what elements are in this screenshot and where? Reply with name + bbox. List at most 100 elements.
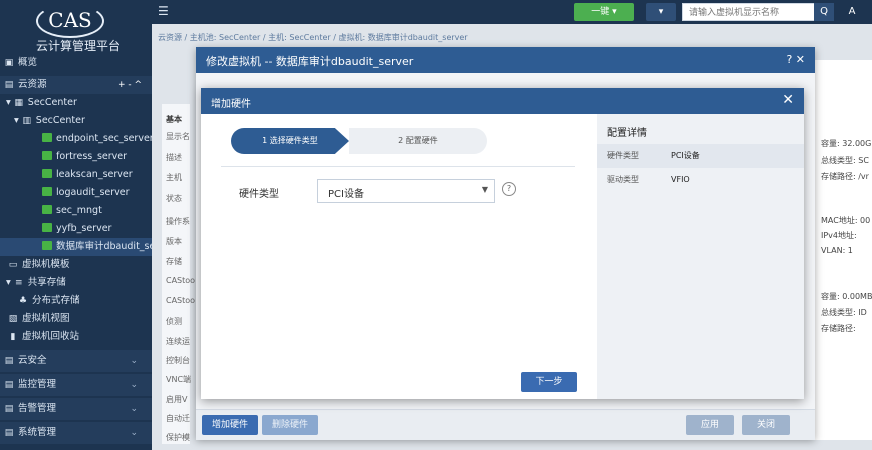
host-icon: ▥	[22, 116, 32, 126]
alarm-icon: ▤	[4, 404, 14, 414]
bg-label: 控制台	[166, 356, 190, 365]
config-details-title: 配置详情	[607, 128, 647, 139]
bg-label: 存储	[166, 257, 182, 266]
bg-value: 存储路径:	[821, 324, 856, 333]
nav-shared-storage[interactable]: ▾ ≡ 共享存储	[0, 274, 152, 292]
bg-label: 连续运	[166, 337, 190, 346]
vm-icon	[42, 169, 52, 178]
sidebar: CAS 云计算管理平台 ▣ 概览 ▤ 云资源 + - ^ ▾ ▦ SecCenter ▾…	[0, 0, 152, 450]
template-icon: ▭	[8, 260, 18, 270]
nav-vm-leakscan[interactable]: leakscan_server	[0, 166, 152, 184]
bg-value: 总线类型: SC	[821, 156, 869, 165]
bg-label: 基本	[166, 115, 182, 124]
add-hardware-dialog-header: 增加硬件 ✕	[201, 88, 804, 114]
nav-system[interactable]: ▤ 系统管理 ⌄	[0, 422, 152, 444]
nav-vm-template[interactable]: ▭ 虚拟机模板	[0, 256, 152, 274]
nav-tree: ▣ 概览 ▤ 云资源 + - ^ ▾ ▦ SecCenter ▾ ▥ SecCenter …	[0, 54, 152, 444]
nav-vm-logaudit[interactable]: logaudit_server	[0, 184, 152, 202]
bg-value: 存储路径: /vr	[821, 172, 869, 181]
nav-vm-view[interactable]: ▧ 虚拟机视图	[0, 310, 152, 328]
chevron-down-icon: ⌄	[130, 428, 138, 438]
search-icon[interactable]: Q	[814, 3, 834, 21]
bg-value: IPv4地址:	[821, 231, 857, 240]
nav-vm-endpoint[interactable]: endpoint_sec_server	[0, 130, 152, 148]
close-icon[interactable]: ✕	[782, 92, 794, 108]
detail-row: 驱动类型 VFIO	[597, 168, 804, 192]
nav-overview[interactable]: ▣ 概览	[0, 54, 152, 72]
detail-key: 硬件类型	[607, 151, 639, 160]
nav-vm-sec-mngt[interactable]: sec_mngt	[0, 202, 152, 220]
nav-datacenter[interactable]: ▾ ▦ SecCenter	[0, 94, 152, 112]
bg-label: 版本	[166, 237, 182, 246]
bg-value: 总线类型: ID	[821, 308, 867, 317]
bg-label: CAStoo	[166, 276, 196, 285]
breadcrumb[interactable]: 云资源 / 主机池: SecCenter / 主机: SecCenter / 虚…	[158, 32, 468, 43]
bg-label: 描述	[166, 153, 182, 162]
bg-value: MAC地址: 00	[821, 216, 871, 225]
bg-value: 容量: 32.00G	[821, 139, 872, 148]
alert-icon[interactable]: A	[842, 3, 862, 21]
view-dropdown[interactable]: ▾	[646, 3, 676, 21]
chevron-down-icon: ⌄	[130, 380, 138, 390]
chevron-down-icon: ⌄	[130, 356, 138, 366]
cas-logo: CAS	[36, 4, 104, 38]
bg-label: 保护模	[166, 433, 190, 442]
bg-label: 状态	[166, 194, 182, 203]
tree-actions[interactable]: + - ^	[118, 76, 142, 94]
detail-row: 硬件类型 PCI设备	[597, 144, 804, 168]
config-details-panel: 配置详情 硬件类型 PCI设备 驱动类型 VFIO	[597, 114, 804, 399]
datacenter-icon: ▦	[14, 98, 24, 108]
vm-icon	[42, 223, 52, 232]
detail-value: PCI设备	[671, 151, 700, 160]
help-icon[interactable]: ?	[502, 182, 516, 196]
nav-vm-yyfb[interactable]: yyfb_server	[0, 220, 152, 238]
edit-vm-dialog-title: 修改虚拟机 -- 数据库审计dbaudit_server	[206, 55, 414, 68]
nav-recycle-bin[interactable]: ▮ 虚拟机回收站	[0, 328, 152, 346]
step-select-type: 1 选择硬件类型	[231, 128, 349, 154]
nav-vm-fortress[interactable]: fortress_server	[0, 148, 152, 166]
hardware-type-value: PCI设备	[328, 189, 364, 200]
menu-icon[interactable]: ☰	[158, 4, 169, 18]
bg-label: 操作系	[166, 217, 190, 226]
storage-icon: ≡	[15, 278, 23, 288]
hardware-type-select[interactable]: PCI设备 ▼	[317, 179, 495, 203]
vm-icon	[42, 241, 52, 250]
system-icon: ▤	[4, 428, 14, 438]
cloud-icon: ▤	[4, 80, 14, 90]
bg-label: 主机	[166, 173, 182, 182]
nav-alarms[interactable]: ▤ 告警管理 ⌄	[0, 398, 152, 420]
nav-vm-dbaudit[interactable]: 数据库审计dbaudit_server	[0, 238, 152, 256]
nav-cloud-security[interactable]: ▤ 云安全 ⌄	[0, 350, 152, 372]
one-key-button[interactable]: 一键 ▾	[574, 3, 634, 21]
add-hardware-button[interactable]: 增加硬件	[202, 415, 258, 435]
vm-view-icon: ▧	[8, 314, 18, 324]
vm-icon	[42, 133, 52, 142]
nav-host[interactable]: ▾ ▥ SecCenter	[0, 112, 152, 130]
distributed-storage-icon: ♣	[18, 296, 28, 306]
nav-monitoring[interactable]: ▤ 监控管理 ⌄	[0, 374, 152, 396]
hardware-type-label: 硬件类型	[239, 189, 279, 200]
add-hardware-dialog-title: 增加硬件	[211, 99, 251, 110]
edit-vm-dialog-footer: 增加硬件 删除硬件 应用 关闭	[196, 409, 815, 440]
nav-distributed-storage[interactable]: ♣ 分布式存储	[0, 292, 152, 310]
nav-cloud-resources[interactable]: ▤ 云资源 + - ^	[0, 76, 152, 94]
bg-label: 自动迁	[166, 414, 190, 423]
help-close-icons[interactable]: ? ✕	[786, 53, 805, 66]
bg-label: 侦测	[166, 317, 182, 326]
bg-label: CAStoo	[166, 296, 196, 305]
trash-icon: ▮	[10, 332, 16, 342]
monitor-icon: ▤	[4, 380, 14, 390]
chevron-down-icon: ▼	[481, 185, 488, 194]
vm-search-input[interactable]	[682, 3, 818, 21]
bg-value: 容量: 0.00MB	[821, 292, 872, 301]
bg-value: VLAN: 1	[821, 246, 853, 255]
delete-hardware-button[interactable]: 删除硬件	[262, 415, 318, 435]
bg-label: 启用V	[166, 395, 188, 404]
next-step-button[interactable]: 下一步	[521, 372, 577, 392]
vm-icon	[42, 187, 52, 196]
apply-button[interactable]: 应用	[686, 415, 734, 435]
vm-icon	[42, 151, 52, 160]
divider	[221, 166, 575, 167]
shield-icon: ▤	[4, 356, 14, 366]
close-button[interactable]: 关闭	[742, 415, 790, 435]
